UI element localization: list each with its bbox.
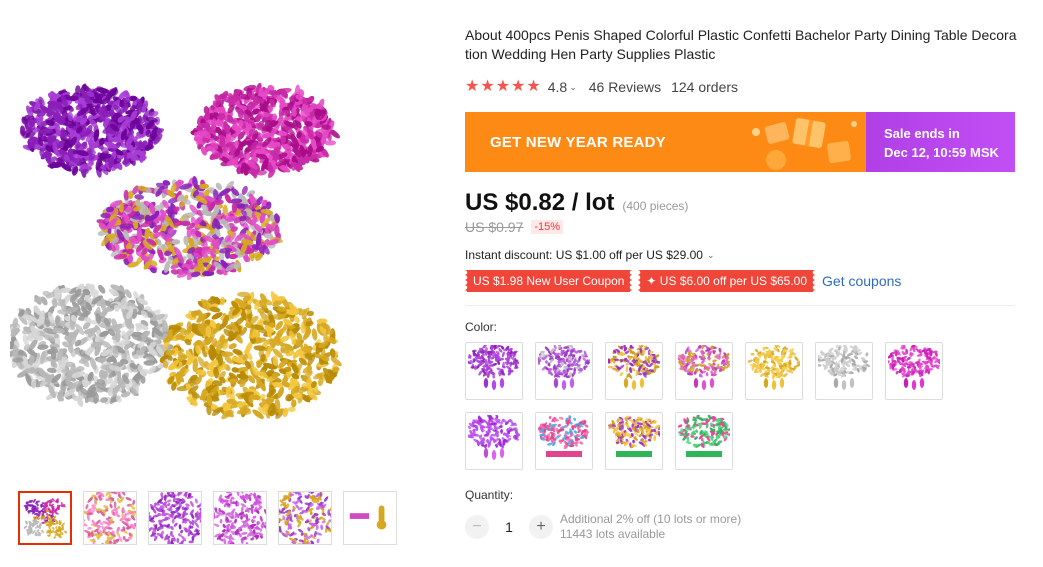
color-option-image (608, 345, 660, 390)
color-option-magenta[interactable] (885, 342, 943, 400)
thumbnail-image (279, 492, 331, 544)
thumbnail-2[interactable] (83, 491, 137, 545)
quantity-value[interactable]: 1 (489, 519, 529, 535)
color-option-image (678, 415, 730, 457)
color-option-image (468, 345, 520, 390)
color-option-mixed-green[interactable] (675, 412, 733, 470)
reviews-link[interactable]: 46 Reviews (589, 79, 661, 95)
orders-count: 124 orders (671, 79, 739, 95)
bulk-discount-note: Additional 2% off (10 lots or more) (560, 512, 742, 526)
thumbnail-image (349, 505, 387, 530)
promo-banner-left: GET NEW YEAR READY (465, 112, 866, 172)
promo-text: GET NEW YEAR READY (490, 133, 666, 151)
thumbnail-image (214, 492, 266, 544)
decrease-quantity-button[interactable]: − (465, 515, 489, 539)
main-product-image (10, 82, 342, 420)
thumbnail-strip (18, 491, 397, 545)
color-option-violet[interactable] (465, 412, 523, 470)
color-option-image (538, 345, 590, 390)
increase-quantity-button[interactable]: + (529, 515, 553, 539)
color-option-image (678, 345, 730, 390)
color-option-image (818, 345, 870, 390)
thumbnail-image (84, 492, 136, 544)
color-option-purple[interactable] (465, 342, 523, 400)
color-option-silver[interactable] (815, 342, 873, 400)
divider (465, 305, 1015, 306)
current-price: US $0.82 / lot (465, 189, 615, 216)
rating-stars: ★ ★ ★ ★ ★ (465, 79, 541, 95)
sale-ends-date: Dec 12, 10:59 MSK (884, 145, 999, 160)
rating-row: ★ ★ ★ ★ ★ 4.8 ⌄ 46 Reviews 124 orders (465, 78, 1017, 96)
instant-discount[interactable]: Instant discount: US $1.00 off per US $2… (465, 248, 1017, 262)
sale-countdown: Sale ends in Dec 12, 10:59 MSK (866, 112, 1015, 172)
color-option-pink-gold[interactable] (675, 342, 733, 400)
color-swatches (465, 342, 965, 470)
color-option-mixed-gold[interactable] (605, 412, 663, 470)
color-option-image (608, 415, 660, 457)
color-option-image (538, 415, 589, 457)
star-icon: ★ (511, 78, 526, 95)
color-option-image (888, 345, 940, 390)
star-icon: ★ (526, 78, 541, 95)
quantity-notes: Additional 2% off (10 lots or more) 1144… (560, 512, 741, 542)
product-title: About 400pcs Penis Shaped Colorful Plast… (465, 27, 1017, 62)
discount-badge: -15% (531, 220, 564, 234)
original-price-row: US $0.97 -15% (465, 219, 1017, 235)
quantity-stepper: − 1 + Additional 2% off (10 lots or more… (465, 512, 1017, 542)
instant-discount-text: Instant discount: US $1.00 off per US $2… (465, 248, 703, 262)
thumbnail-4[interactable] (213, 491, 267, 545)
thumbnail-image (23, 498, 67, 539)
rating-value[interactable]: 4.8 (548, 79, 567, 95)
get-coupons-link[interactable]: Get coupons (822, 273, 901, 289)
color-label: Color: (465, 320, 498, 334)
color-option-image (468, 415, 520, 460)
color-option-gold[interactable] (745, 342, 803, 400)
color-option-image (748, 345, 800, 390)
price-row: US $0.82 / lot (400 pieces) (465, 189, 1017, 217)
thumbnail-image (149, 492, 201, 544)
store-coupon[interactable]: ✦ US $6.00 off per US $65.00 (638, 270, 816, 292)
color-option-purple-silver[interactable] (535, 342, 593, 400)
pieces-per-lot: (400 pieces) (622, 199, 689, 213)
lots-available: 11443 lots available (560, 527, 666, 541)
thumbnail-3[interactable] (148, 491, 202, 545)
star-icon: ★ (495, 78, 511, 95)
color-option-mixed-pink[interactable] (535, 412, 593, 470)
color-option-gold-purple[interactable] (605, 342, 663, 400)
product-info: About 400pcs Penis Shaped Colorful Plast… (465, 26, 1017, 542)
thumbnail-5[interactable] (278, 491, 332, 545)
new-user-coupon[interactable]: US $1.98 New User Coupon (465, 270, 633, 292)
gift-decoration-icon (752, 118, 857, 170)
star-icon: ★ (480, 78, 495, 95)
chevron-down-icon[interactable]: ⌄ (707, 250, 715, 261)
quantity-label: Quantity: (465, 488, 514, 502)
promo-banner[interactable]: GET NEW YEAR READY Sale ends in Dec 12, … (465, 112, 1015, 172)
coupons-row: US $1.98 New User Coupon ✦ US $6.00 off … (465, 270, 1017, 292)
chevron-down-icon[interactable]: ⌄ (569, 82, 577, 93)
star-icon: ★ (465, 78, 480, 95)
thumbnail-6[interactable] (343, 491, 397, 545)
original-price: US $0.97 (465, 219, 524, 235)
sale-ends-label: Sale ends in (884, 126, 960, 141)
thumbnail-1[interactable] (18, 491, 72, 545)
